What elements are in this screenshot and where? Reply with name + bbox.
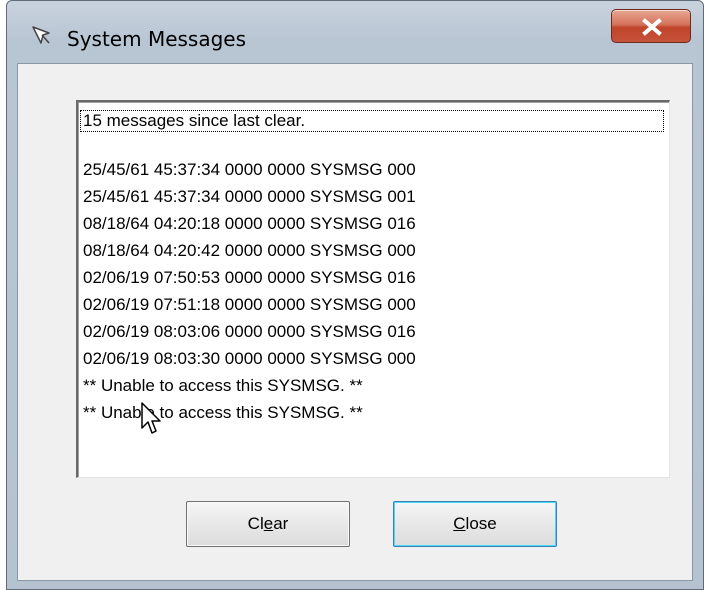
list-item[interactable]: 02/06/19 08:03:06 0000 0000 SYSMSG 016 — [83, 318, 416, 345]
title-bar[interactable]: System Messages — [7, 1, 703, 63]
message-list: 25/45/61 45:37:34 0000 0000 SYSMSG 000 2… — [83, 156, 416, 426]
messages-summary[interactable]: 15 messages since last clear. — [80, 110, 664, 132]
close-button[interactable]: Close — [393, 501, 557, 547]
list-item[interactable]: 25/45/61 45:37:34 0000 0000 SYSMSG 000 — [83, 156, 416, 183]
clear-button[interactable]: Clear — [186, 501, 350, 547]
mouse-pointer-icon — [141, 402, 165, 441]
list-item[interactable]: 02/06/19 08:03:30 0000 0000 SYSMSG 000 — [83, 345, 416, 372]
list-item[interactable]: 08/18/64 04:20:42 0000 0000 SYSMSG 000 — [83, 237, 416, 264]
list-item[interactable]: 08/18/64 04:20:18 0000 0000 SYSMSG 016 — [83, 210, 416, 237]
clear-accelerator: e — [263, 514, 274, 533]
close-label-post: lose — [465, 514, 497, 533]
list-item[interactable]: 02/06/19 07:50:53 0000 0000 SYSMSG 016 — [83, 264, 416, 291]
list-item[interactable]: 25/45/61 45:37:34 0000 0000 SYSMSG 001 — [83, 183, 416, 210]
window-close-button[interactable] — [611, 9, 691, 43]
list-item[interactable]: 02/06/19 07:51:18 0000 0000 SYSMSG 000 — [83, 291, 416, 318]
messages-listbox[interactable]: 15 messages since last clear. 25/45/61 4… — [76, 100, 670, 478]
window-title: System Messages — [67, 27, 247, 51]
clear-label-post: ar — [273, 514, 289, 533]
clear-label-pre: Cl — [247, 514, 264, 533]
dialog-client-area: 15 messages since last clear. 25/45/61 4… — [17, 63, 693, 581]
close-icon — [642, 18, 662, 36]
list-item[interactable]: ** Unable to access this SYSMSG. ** — [83, 399, 416, 426]
close-accelerator: C — [453, 514, 466, 533]
list-item[interactable]: ** Unable to access this SYSMSG. ** — [83, 372, 416, 399]
pushpin-icon[interactable] — [29, 23, 55, 49]
system-messages-window: System Messages 15 messages since last c… — [6, 0, 704, 590]
